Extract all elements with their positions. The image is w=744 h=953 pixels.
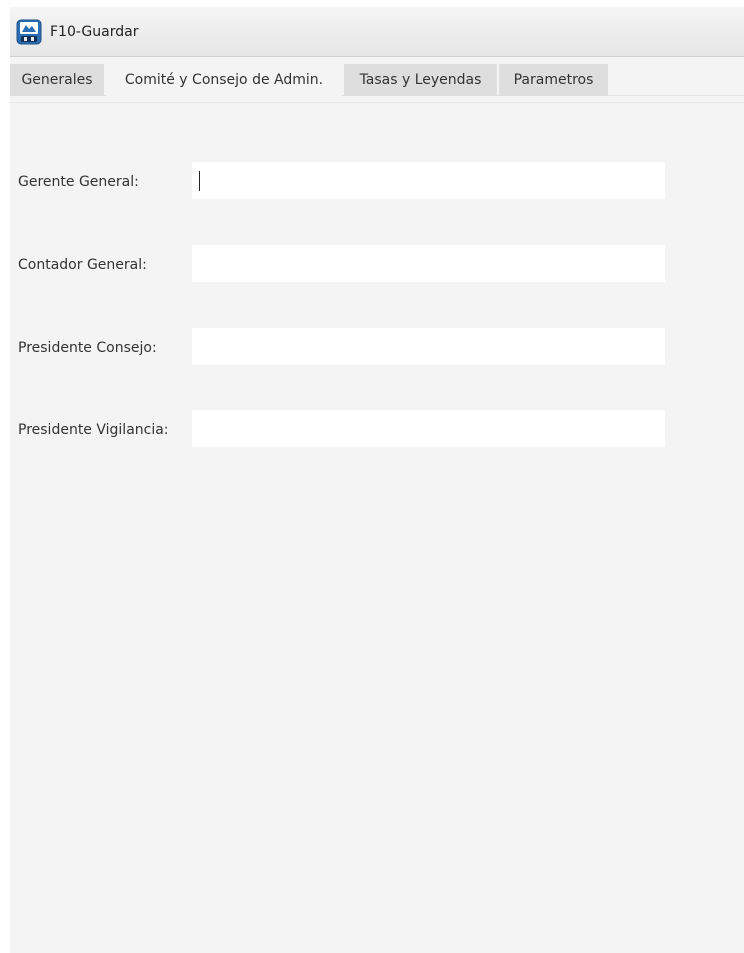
presidente-vigilancia-label: Presidente Vigilancia: <box>18 422 169 438</box>
content-divider <box>10 102 744 103</box>
save-disk-icon <box>16 19 42 45</box>
toolbar: F10-Guardar <box>10 7 744 57</box>
gerente-general-label: Gerente General: <box>18 174 139 190</box>
presidente-consejo-field[interactable] <box>192 328 665 365</box>
save-button-label: F10-Guardar <box>50 24 139 40</box>
contador-general-label: Contador General: <box>18 257 147 273</box>
gerente-general-field[interactable] <box>192 162 665 199</box>
text-cursor <box>199 171 200 191</box>
tab-comite-consejo[interactable]: Comité y Consejo de Admin. <box>106 64 342 96</box>
save-button[interactable]: F10-Guardar <box>16 17 138 47</box>
tab-parametros[interactable]: Parametros <box>499 64 608 96</box>
presidente-consejo-label: Presidente Consejo: <box>18 340 157 356</box>
presidente-vigilancia-field[interactable] <box>192 410 665 447</box>
contador-general-field[interactable] <box>192 245 665 282</box>
tab-generales[interactable]: Generales <box>10 64 104 96</box>
tab-bar: Generales Comité y Consejo de Admin. Tas… <box>10 64 744 96</box>
tab-tasas-leyendas[interactable]: Tasas y Leyendas <box>344 64 497 96</box>
app-window: F10-Guardar Generales Comité y Consejo d… <box>10 7 744 953</box>
